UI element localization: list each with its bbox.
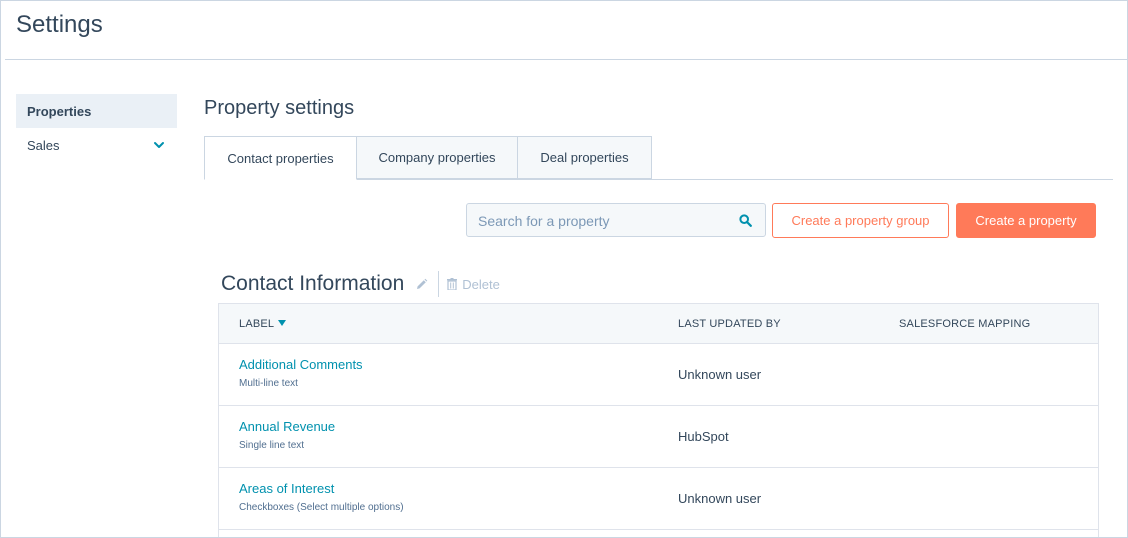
properties-table: LABEL LAST UPDATED BY SALESFORCE MAPPING…	[218, 303, 1099, 537]
section-title: Property settings	[204, 97, 355, 119]
table-header: LABEL LAST UPDATED BY SALESFORCE MAPPING	[219, 304, 1098, 344]
last-updated-by: Unknown user	[678, 367, 762, 382]
property-name-link[interactable]: Areas of Interest	[239, 481, 334, 496]
property-type: Single line text	[239, 440, 305, 451]
table-row: Areas of Interest Checkboxes (Select mul…	[219, 468, 1098, 530]
divider	[438, 271, 440, 297]
sort-desc-icon[interactable]	[278, 320, 287, 326]
sidebar-item-label: Sales	[27, 137, 60, 153]
property-group-header: Contact Information Delete	[221, 270, 500, 298]
property-type: Multi-line text	[239, 378, 298, 389]
pencil-icon[interactable]	[415, 278, 428, 291]
page-title: Settings	[16, 11, 103, 38]
property-search	[466, 203, 766, 238]
property-type: Checkboxes (Select multiple options)	[239, 502, 404, 513]
page-header: Settings	[5, 1, 1127, 60]
table-row: Annual Revenue Single line text HubSpot	[219, 406, 1098, 468]
settings-window: Settings Properties Sales Property setti…	[0, 0, 1128, 538]
column-header-label[interactable]: LABEL	[239, 318, 287, 330]
search-icon[interactable]	[739, 214, 752, 227]
tab-label: Deal properties	[540, 150, 629, 165]
column-header-last-updated-by: LAST UPDATED BY	[678, 318, 781, 330]
create-property-button[interactable]: Create a property	[956, 203, 1096, 238]
delete-group-link[interactable]: Delete	[462, 277, 500, 292]
sidebar: Properties Sales	[16, 94, 177, 162]
search-input[interactable]	[476, 204, 730, 238]
sidebar-item-properties[interactable]: Properties	[16, 94, 177, 128]
table-row: Additional Comments Multi-line text Unkn…	[219, 344, 1098, 406]
tab-label: Company properties	[378, 150, 496, 165]
sidebar-item-label: Properties	[27, 103, 92, 119]
column-header-salesforce-mapping: SALESFORCE MAPPING	[899, 318, 1031, 330]
last-updated-by: Unknown user	[678, 491, 762, 506]
column-header-text: LABEL	[239, 318, 275, 330]
chevron-down-icon[interactable]	[152, 138, 166, 152]
tab-company-properties[interactable]: Company properties	[356, 136, 518, 179]
tab-contact-properties[interactable]: Contact properties	[204, 136, 357, 180]
tab-label: Contact properties	[227, 150, 334, 166]
sidebar-item-sales[interactable]: Sales	[16, 128, 177, 162]
last-updated-by: HubSpot	[678, 429, 729, 444]
property-name-link[interactable]: Additional Comments	[239, 357, 363, 372]
property-tabs: Contact properties Company properties De…	[204, 136, 1113, 180]
trash-icon[interactable]	[447, 278, 458, 290]
tab-deal-properties[interactable]: Deal properties	[517, 136, 652, 179]
create-property-group-button[interactable]: Create a property group	[772, 203, 949, 238]
property-name-link[interactable]: Annual Revenue	[239, 419, 335, 434]
group-title: Contact Information	[221, 272, 405, 295]
